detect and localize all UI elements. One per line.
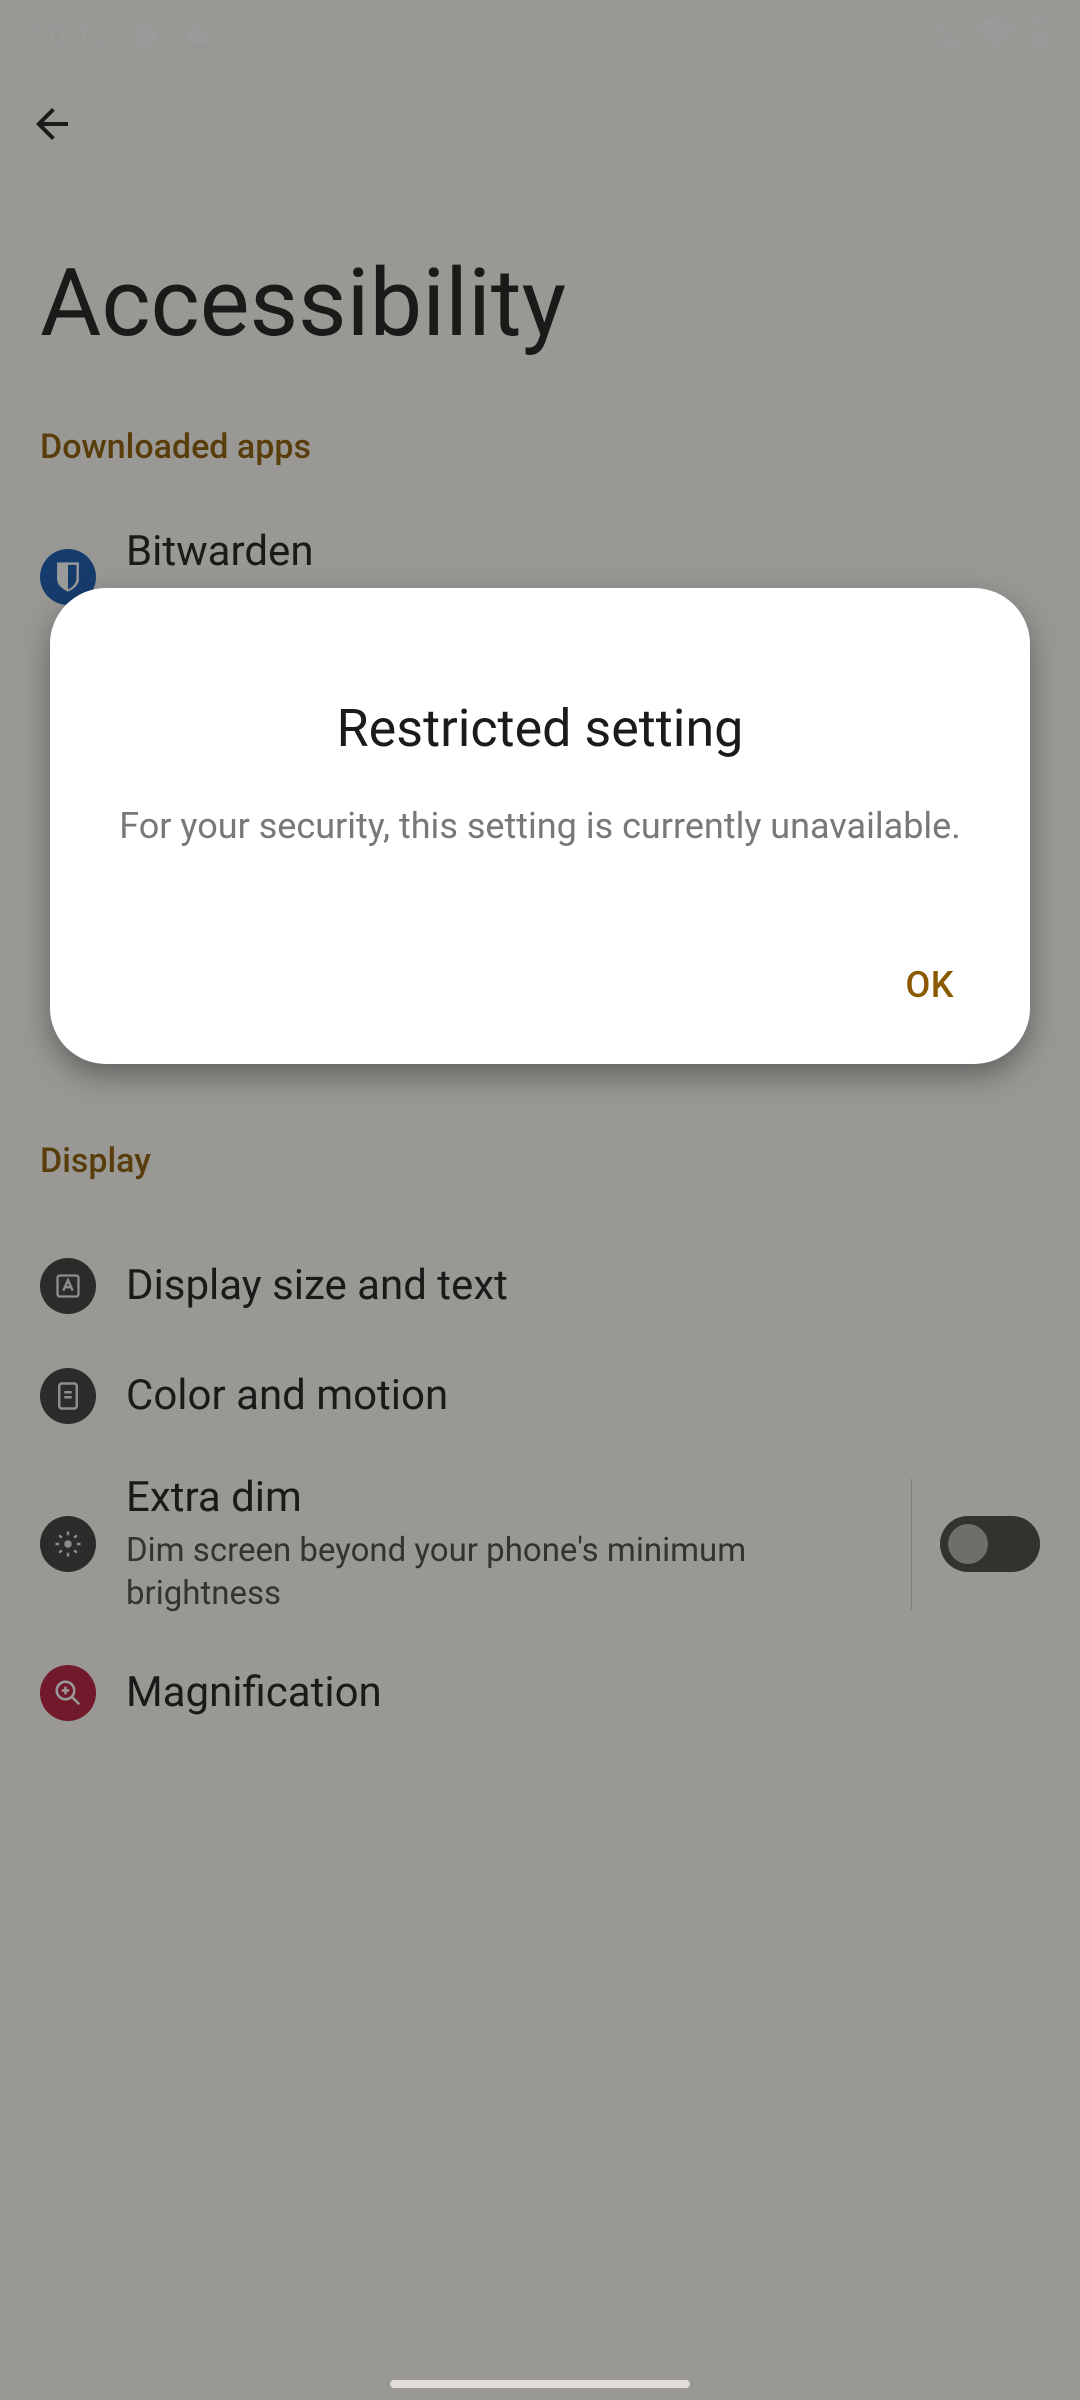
dialog-ok-button[interactable]: OK <box>889 950 970 1020</box>
dialog-scrim[interactable] <box>0 0 1080 2400</box>
restricted-dialog: Restricted setting For your security, th… <box>50 588 1030 1064</box>
gesture-nav-pill[interactable] <box>390 2380 690 2388</box>
dialog-body: For your security, this setting is curre… <box>110 803 970 850</box>
dialog-title: Restricted setting <box>110 698 970 759</box>
